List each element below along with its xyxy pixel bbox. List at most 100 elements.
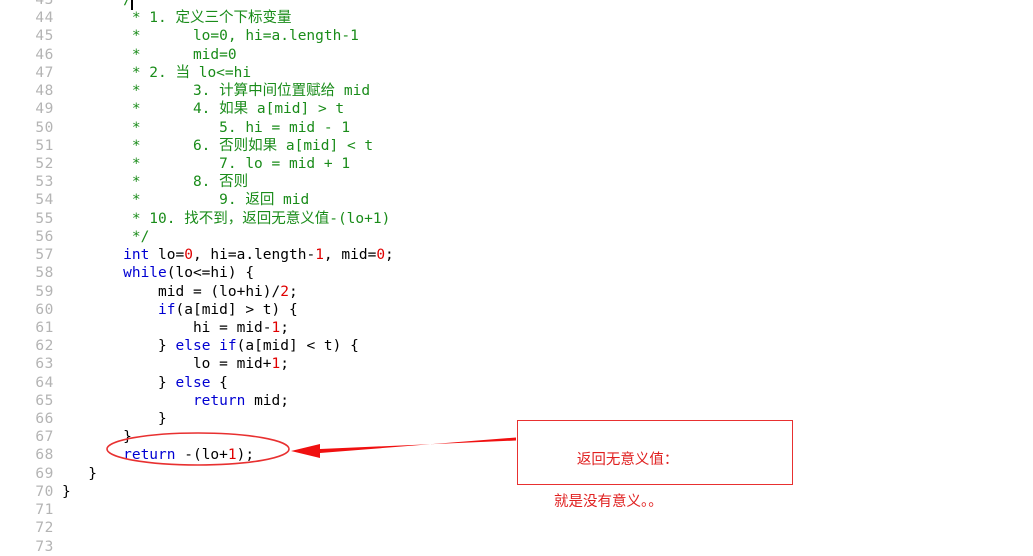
line-number: 64: [35, 374, 54, 391]
code-line-text[interactable]: }: [62, 483, 71, 501]
code-line-text[interactable]: if(a[mid] > t) {: [62, 301, 298, 319]
code-line-text[interactable]: * 8. 否则: [62, 173, 248, 191]
code-token-plain: mid = (lo+hi)/: [62, 283, 281, 300]
code-token-cmt: * 4. 如果 a[mid] > t: [62, 101, 345, 118]
code-line[interactable]: 59 mid = (lo+hi)/2;: [0, 283, 1033, 301]
code-line[interactable]: 58 while(lo<=hi) {: [0, 264, 1033, 282]
code-line[interactable]: 56 */: [0, 228, 1033, 246]
code-token-cmt: * 5. hi = mid - 1: [62, 119, 351, 136]
code-line-text[interactable]: * mid=0: [62, 46, 237, 64]
line-number: 67: [35, 429, 54, 446]
line-number: 46: [35, 46, 54, 63]
code-line[interactable]: 70}: [0, 483, 1033, 501]
code-token-plain: ;: [280, 356, 289, 373]
code-token-kw: int: [123, 247, 150, 264]
code-line[interactable]: 52 * 7. lo = mid + 1: [0, 155, 1033, 173]
code-token-plain: , mid=: [323, 247, 377, 264]
code-line-text[interactable]: return mid;: [62, 392, 289, 410]
code-line[interactable]: 63 lo = mid+1;: [0, 355, 1033, 373]
code-line[interactable]: 73: [0, 538, 1033, 556]
code-line-text[interactable]: * 9. 返回 mid: [62, 191, 309, 209]
code-line[interactable]: 55 * 10. 找不到，返回无意义值-(lo+1): [0, 210, 1033, 228]
code-line[interactable]: 47 * 2. 当 lo<=hi: [0, 64, 1033, 82]
code-line-text[interactable]: return -(lo+1);: [62, 446, 254, 464]
line-number: 63: [35, 356, 54, 373]
code-line-text[interactable]: * 7. lo = mid + 1: [62, 155, 350, 173]
code-token-cmt: * 6. 否则如果 a[mid] < t: [62, 137, 374, 154]
code-token-plain: (lo<=hi) {: [166, 265, 255, 282]
code-line[interactable]: 72: [0, 519, 1033, 537]
line-number: 52: [35, 155, 54, 172]
code-line[interactable]: 61 hi = mid-1;: [0, 319, 1033, 337]
code-line[interactable]: 44 * 1. 定义三个下标变量: [0, 9, 1033, 27]
code-token-num: 2: [280, 283, 289, 300]
code-line[interactable]: 54 * 9. 返回 mid: [0, 191, 1033, 209]
code-token-cmt: /*: [62, 0, 141, 8]
line-number: 53: [35, 174, 54, 191]
code-line[interactable]: 66 }: [0, 410, 1033, 428]
code-token-cmt: * 9. 返回 mid: [62, 192, 310, 209]
code-line[interactable]: 45 * lo=0, hi=a.length-1: [0, 27, 1033, 45]
line-number: 56: [35, 228, 54, 245]
line-number: 55: [35, 210, 54, 227]
code-line[interactable]: 67 }: [0, 428, 1033, 446]
code-line-text[interactable]: } else {: [62, 374, 228, 392]
code-line-text[interactable]: */: [62, 228, 149, 246]
code-area[interactable]: 43 /* 44 * 1. 定义三个下标变量 45 * lo=0, hi=a.len…: [0, 0, 1033, 555]
code-token-plain: ;: [385, 247, 394, 264]
code-line-text[interactable]: }: [62, 465, 97, 483]
code-line[interactable]: 60 if(a[mid] > t) {: [0, 301, 1033, 319]
code-token-cmt: * 7. lo = mid + 1: [62, 155, 351, 172]
code-line[interactable]: 46 * mid=0: [0, 46, 1033, 64]
code-line[interactable]: 69 }: [0, 465, 1033, 483]
code-line[interactable]: 65 return mid;: [0, 392, 1033, 410]
code-line[interactable]: 68 return -(lo+1);: [0, 446, 1033, 464]
code-token-kw: return: [192, 392, 246, 409]
code-token-plain: }: [62, 411, 167, 428]
line-number: 58: [35, 265, 54, 282]
code-line-text[interactable]: * 5. hi = mid - 1: [62, 119, 350, 137]
code-line[interactable]: 50 * 5. hi = mid - 1: [0, 119, 1033, 137]
code-line[interactable]: 57 int lo=0, hi=a.length-1, mid=0;: [0, 246, 1033, 264]
code-token-cmt: * 2. 当 lo<=hi: [62, 64, 252, 81]
code-line-text[interactable]: lo = mid+1;: [62, 355, 289, 373]
code-line-text[interactable]: }: [62, 428, 132, 446]
code-token-kw: if: [219, 338, 237, 355]
code-line-text[interactable]: /*: [62, 0, 141, 9]
code-line-text[interactable]: int lo=0, hi=a.length-1, mid=0;: [62, 246, 394, 264]
code-line[interactable]: 64 } else {: [0, 374, 1033, 392]
code-line-text[interactable]: while(lo<=hi) {: [62, 264, 254, 282]
code-line-text[interactable]: * 3. 计算中间位置赋给 mid: [62, 82, 370, 100]
code-token-plain: {: [210, 374, 228, 391]
code-line-text[interactable]: * 4. 如果 a[mid] > t: [62, 100, 344, 118]
code-line[interactable]: 62 } else if(a[mid] < t) {: [0, 337, 1033, 355]
code-line[interactable]: 49 * 4. 如果 a[mid] > t: [0, 100, 1033, 118]
code-line-text[interactable]: * 6. 否则如果 a[mid] < t: [62, 137, 373, 155]
code-line[interactable]: 48 * 3. 计算中间位置赋给 mid: [0, 82, 1033, 100]
line-number: 47: [35, 64, 54, 81]
line-number: 57: [35, 247, 54, 264]
code-line[interactable]: 53 * 8. 否则: [0, 173, 1033, 191]
code-line-text[interactable]: hi = mid-1;: [62, 319, 289, 337]
code-line-text[interactable]: * 2. 当 lo<=hi: [62, 64, 251, 82]
line-number: 62: [35, 338, 54, 355]
code-token-cmt: * mid=0: [62, 46, 237, 63]
line-number: 65: [35, 392, 54, 409]
code-line[interactable]: 43 /*: [0, 0, 1033, 9]
code-line-text[interactable]: * 10. 找不到，返回无意义值-(lo+1): [62, 210, 391, 228]
code-line-text[interactable]: * lo=0, hi=a.length-1: [62, 27, 359, 45]
code-line-text[interactable]: * 1. 定义三个下标变量: [62, 9, 292, 27]
line-number: 45: [35, 28, 54, 45]
code-token-plain: lo = mid+: [62, 356, 272, 373]
code-token-plain: );: [236, 447, 255, 464]
code-token-plain: mid;: [245, 392, 289, 409]
code-line-text[interactable]: } else if(a[mid] < t) {: [62, 337, 359, 355]
code-line-text[interactable]: mid = (lo+hi)/2;: [62, 283, 298, 301]
code-line[interactable]: 71: [0, 501, 1033, 519]
code-line[interactable]: 51 * 6. 否则如果 a[mid] < t: [0, 137, 1033, 155]
code-line-text[interactable]: }: [62, 410, 167, 428]
